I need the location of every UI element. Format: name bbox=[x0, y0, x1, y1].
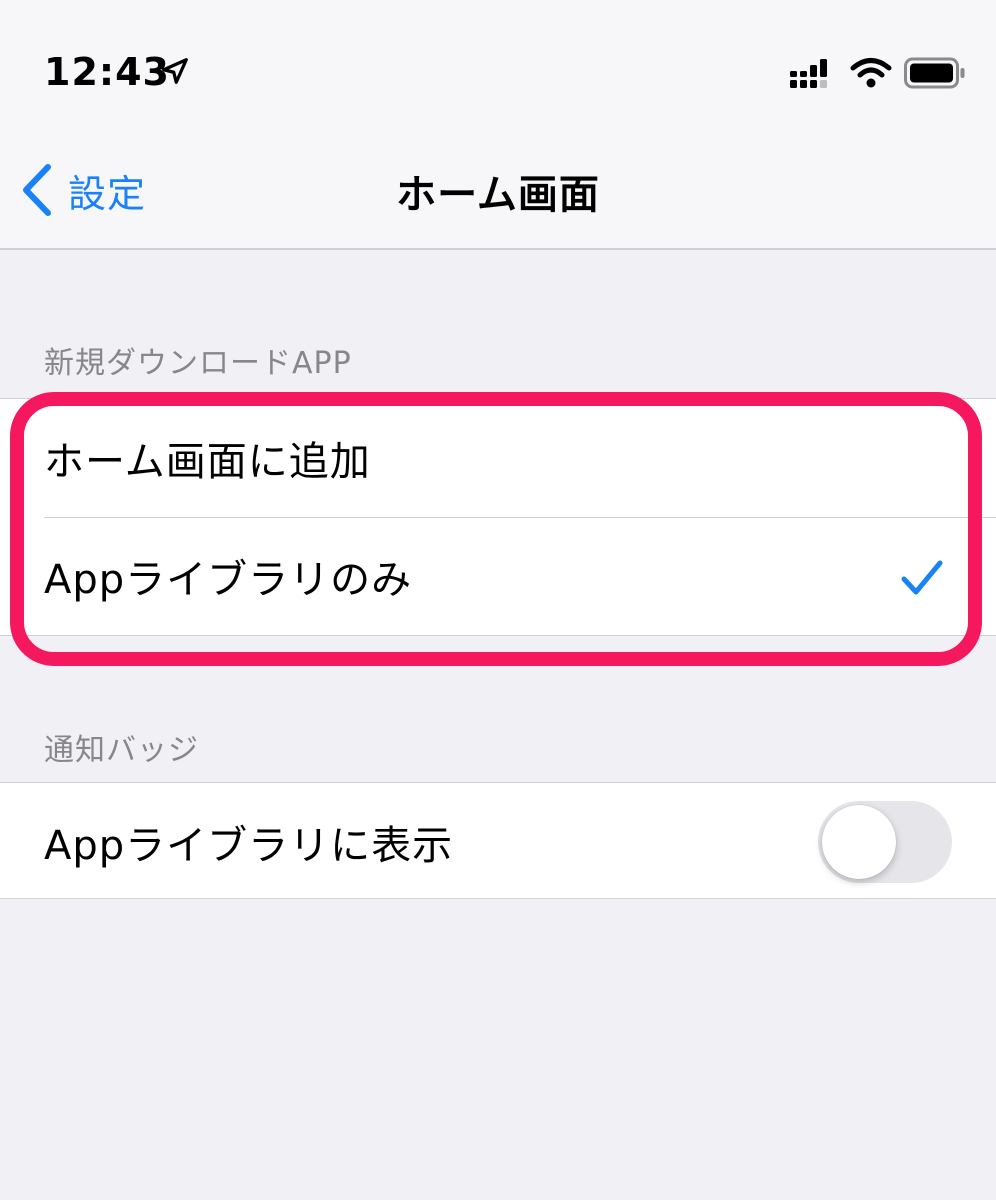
option-add-to-home-screen[interactable]: ホーム画面に追加 bbox=[0, 399, 996, 517]
section-header-new-downloads: 新規ダウンロードAPP bbox=[44, 346, 352, 381]
new-downloads-group: ホーム画面に追加 Appライブラリのみ bbox=[0, 398, 996, 636]
checkmark-icon bbox=[901, 560, 943, 595]
row-label: Appライブラリに表示 bbox=[44, 823, 454, 869]
option-label: Appライブラリのみ bbox=[44, 557, 413, 603]
top-bar: 12:43 設定 ホーム画面 bbox=[0, 0, 996, 250]
wifi-icon bbox=[850, 58, 892, 88]
show-in-app-library-row: Appライブラリに表示 bbox=[0, 783, 996, 901]
option-app-library-only[interactable]: Appライブラリのみ bbox=[0, 517, 996, 635]
show-in-app-library-toggle[interactable] bbox=[818, 801, 952, 883]
page-title: ホーム画面 bbox=[396, 172, 600, 218]
settings-screen: 12:43 設定 ホーム画面 新規ダウンロードAPP ホーム画面に追加 Appラ… bbox=[0, 0, 996, 1200]
section-header-notification-badges: 通知バッジ bbox=[44, 733, 199, 768]
option-label: ホーム画面に追加 bbox=[44, 439, 371, 485]
location-arrow-icon bbox=[162, 58, 188, 84]
notification-badges-group: Appライブラリに表示 bbox=[0, 782, 996, 899]
toggle-knob bbox=[822, 805, 896, 879]
status-time: 12:43 bbox=[44, 50, 170, 94]
cellular-signal-icon bbox=[790, 59, 827, 88]
battery-icon bbox=[904, 57, 965, 89]
